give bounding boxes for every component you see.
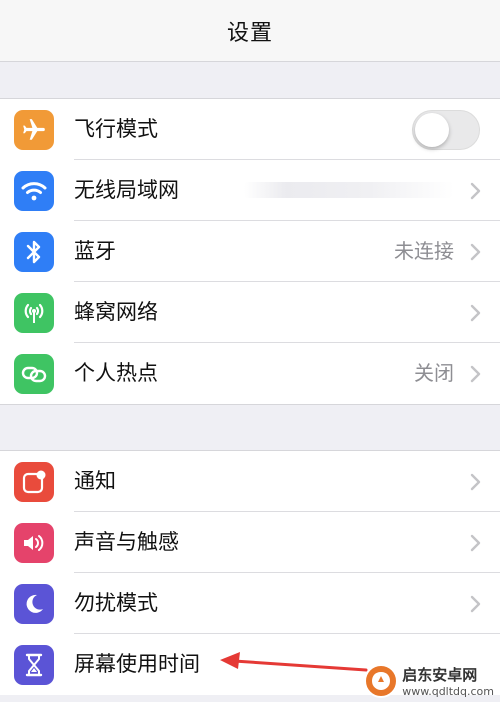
page-title: 设置 (226, 20, 273, 46)
settings-row-label: 勿扰模式 (74, 591, 158, 615)
watermark-url: www.qdltdq.com (402, 685, 494, 698)
settings-row-bluetooth[interactable]: 蓝牙 未连接 (0, 221, 500, 282)
notifications-icon (14, 462, 54, 502)
wifi-icon (14, 171, 54, 211)
settings-row-hotspot[interactable]: 个人热点 关闭 (0, 343, 500, 404)
settings-row-sounds[interactable]: 声音与触感 (0, 512, 500, 573)
moon-icon (14, 584, 54, 624)
settings-row-cellular[interactable]: 蜂窝网络 (0, 282, 500, 343)
settings-row-label: 蜂窝网络 (74, 300, 158, 324)
chevron-right-icon (470, 243, 481, 261)
settings-row-dnd[interactable]: 勿扰模式 (0, 573, 500, 634)
settings-row-wifi[interactable]: 无线局域网 (0, 160, 500, 221)
settings-row-notifications[interactable]: 通知 (0, 451, 500, 512)
settings-row-label: 无线局域网 (74, 178, 179, 202)
chevron-right-icon (470, 304, 481, 322)
settings-row-airplane[interactable]: 飞行模式 (0, 99, 500, 160)
chevron-right-icon (470, 534, 481, 552)
speaker-icon (14, 523, 54, 563)
watermark-title: 启东安卓网 (402, 666, 478, 684)
chevron-right-icon (470, 595, 481, 613)
watermark-logo-icon (364, 664, 399, 698)
settings-row-label: 蓝牙 (74, 239, 116, 263)
settings-row-label: 声音与触感 (74, 530, 179, 554)
settings-row-label: 个人热点 (74, 361, 158, 385)
red-arrow-annotation (220, 652, 368, 672)
chevron-right-icon (470, 365, 481, 383)
cellular-antenna-icon (14, 293, 54, 333)
chevron-right-icon (470, 473, 481, 491)
settings-row-label: 飞行模式 (74, 117, 158, 141)
settings-row-label: 屏幕使用时间 (74, 652, 200, 676)
settings-row-label: 通知 (74, 469, 116, 493)
toggle-knob (415, 113, 449, 147)
airplane-icon (14, 110, 54, 150)
settings-group-connectivity: 飞行模式 无线局域网 蓝牙 未连接 蜂窝网络 个人热点 关闭 (0, 98, 500, 405)
bluetooth-icon (14, 232, 54, 272)
hourglass-icon (14, 645, 54, 685)
wifi-network-name-obscured (244, 182, 454, 198)
navigation-bar: 设置 (0, 0, 500, 62)
chevron-right-icon (470, 182, 481, 200)
hotspot-status: 关闭 (414, 361, 454, 385)
hotspot-link-icon (14, 354, 54, 394)
airplane-mode-toggle[interactable] (412, 110, 480, 150)
watermark: 启东安卓网 www.qdltdq.com (364, 664, 494, 698)
bluetooth-status: 未连接 (394, 239, 454, 263)
watermark-text: 启东安卓网 www.qdltdq.com (402, 664, 494, 698)
